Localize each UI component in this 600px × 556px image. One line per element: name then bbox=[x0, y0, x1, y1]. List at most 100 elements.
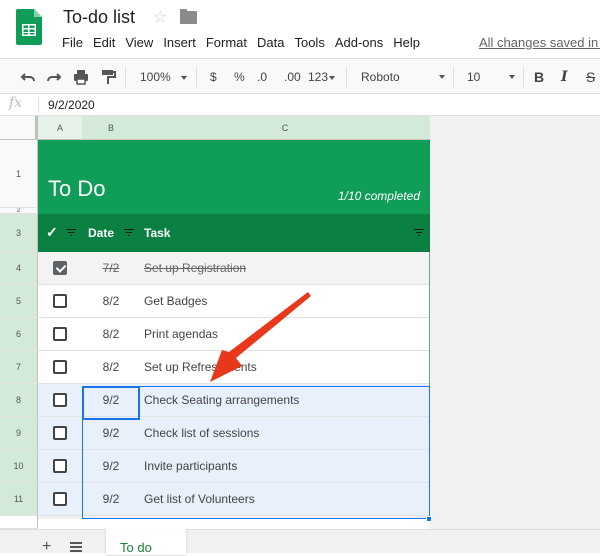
italic-button[interactable]: I bbox=[561, 59, 568, 95]
table-header-row: ✓ Date Task bbox=[38, 214, 430, 252]
zoom-value: 100% bbox=[140, 70, 171, 84]
task-name[interactable]: Check Seating arrangements bbox=[144, 393, 299, 407]
task-name[interactable]: Invite participants bbox=[144, 459, 237, 473]
check-column-header: ✓ bbox=[46, 224, 58, 240]
number-format-select[interactable]: 123 bbox=[308, 59, 336, 95]
task-date[interactable]: 8/2 bbox=[83, 327, 139, 341]
select-all-corner[interactable] bbox=[0, 116, 38, 140]
task-checkbox[interactable] bbox=[53, 426, 67, 440]
row-header-8[interactable]: 8 bbox=[0, 384, 38, 417]
sheet-tab-to-do[interactable]: To do bbox=[106, 529, 186, 555]
row-header-7[interactable]: 7 bbox=[0, 351, 38, 384]
task-date[interactable]: 9/2 bbox=[83, 459, 139, 473]
task-date[interactable]: 9/2 bbox=[83, 426, 139, 440]
menu-edit[interactable]: Edit bbox=[93, 35, 115, 50]
undo-icon[interactable] bbox=[20, 69, 36, 85]
zoom-select[interactable]: 100% bbox=[140, 59, 187, 95]
task-checkbox[interactable] bbox=[53, 459, 67, 473]
strikethrough-button[interactable]: S bbox=[586, 59, 595, 95]
decrease-decimal-button[interactable]: .0 bbox=[257, 59, 267, 95]
menu-view[interactable]: View bbox=[125, 35, 153, 50]
task-checkbox[interactable] bbox=[53, 492, 67, 506]
paint-format-icon[interactable] bbox=[100, 69, 116, 85]
task-row: 9/2 Get list of Volunteers bbox=[38, 483, 430, 516]
folder-icon[interactable] bbox=[180, 9, 197, 24]
menu-tools[interactable]: Tools bbox=[294, 35, 324, 50]
task-row: 9/2 Check list of sessions bbox=[38, 417, 430, 450]
task-name[interactable]: Set up Refreshments bbox=[144, 360, 257, 374]
column-header-c[interactable]: C bbox=[140, 116, 430, 140]
task-name[interactable]: Print agendas bbox=[144, 327, 218, 341]
document-title[interactable]: To-do list bbox=[63, 7, 135, 28]
number-format-value: 123 bbox=[308, 70, 329, 84]
row-header-5[interactable]: 5 bbox=[0, 285, 38, 318]
table-border bbox=[429, 252, 430, 519]
fx-icon: fx bbox=[9, 95, 23, 111]
add-sheet-button[interactable]: + bbox=[42, 538, 51, 556]
formula-divider bbox=[38, 97, 39, 113]
task-checkbox[interactable] bbox=[53, 360, 67, 374]
formula-input[interactable]: 9/2/2020 bbox=[48, 98, 95, 112]
task-checkbox[interactable] bbox=[53, 327, 67, 341]
font-size-value: 10 bbox=[467, 70, 481, 84]
filter-icon[interactable] bbox=[66, 229, 76, 237]
sheets-logo-icon[interactable] bbox=[16, 9, 42, 45]
toolbar-divider bbox=[453, 67, 454, 87]
chevron-down-icon bbox=[439, 75, 445, 79]
currency-format-button[interactable]: $ bbox=[210, 59, 217, 95]
menu-insert[interactable]: Insert bbox=[163, 35, 196, 50]
task-checkbox[interactable] bbox=[53, 294, 67, 308]
toolbar-divider bbox=[346, 67, 347, 87]
font-family-value: Roboto bbox=[361, 70, 400, 84]
column-header-a[interactable]: A bbox=[38, 116, 82, 140]
task-date[interactable]: 9/2 bbox=[83, 492, 139, 506]
font-size-select[interactable]: 10 bbox=[467, 59, 515, 95]
menu-data[interactable]: Data bbox=[257, 35, 284, 50]
row-header-10[interactable]: 10 bbox=[0, 450, 38, 483]
banner-title: To Do bbox=[48, 176, 106, 201]
row-header-1[interactable]: 1 bbox=[0, 140, 38, 208]
menu-help[interactable]: Help bbox=[393, 35, 420, 50]
task-date[interactable]: 9/2 bbox=[83, 393, 139, 407]
increase-decimal-button[interactable]: .00 bbox=[284, 59, 301, 95]
all-sheets-menu-icon[interactable] bbox=[70, 542, 82, 554]
row-header-11[interactable]: 11 bbox=[0, 483, 38, 516]
menu-bar: File Edit View Insert Format Data Tools … bbox=[62, 35, 430, 50]
menu-format[interactable]: Format bbox=[206, 35, 247, 50]
sheet-tab-bar: + To do bbox=[0, 529, 600, 556]
task-checkbox[interactable] bbox=[53, 261, 67, 275]
filter-icon[interactable] bbox=[124, 229, 134, 237]
task-date[interactable]: 8/2 bbox=[83, 294, 139, 308]
title-bar: To-do list ☆ File Edit View Insert Forma… bbox=[0, 0, 600, 58]
formula-bar: fx 9/2/2020 bbox=[0, 94, 600, 116]
task-name[interactable]: Get Badges bbox=[144, 294, 207, 308]
row-header-3[interactable]: 3 bbox=[0, 214, 38, 252]
font-family-select[interactable]: Roboto bbox=[361, 59, 445, 95]
menu-add-ons[interactable]: Add-ons bbox=[335, 35, 383, 50]
task-date[interactable]: 7/2 bbox=[83, 261, 139, 275]
task-date[interactable]: 8/2 bbox=[83, 360, 139, 374]
task-row: 7/2 Set up Registration bbox=[38, 252, 430, 285]
task-row: 9/2 Invite participants bbox=[38, 450, 430, 483]
column-header-b[interactable]: B bbox=[82, 116, 140, 140]
task-name[interactable]: Get list of Volunteers bbox=[144, 492, 255, 506]
menu-file[interactable]: File bbox=[62, 35, 83, 50]
task-name[interactable]: Set up Registration bbox=[144, 261, 246, 275]
chevron-down-icon bbox=[180, 75, 187, 80]
fill-handle[interactable] bbox=[426, 516, 432, 522]
filter-icon[interactable] bbox=[414, 229, 424, 237]
print-icon[interactable] bbox=[73, 69, 89, 85]
todo-banner[interactable]: To Do 1/10 completed bbox=[38, 140, 430, 214]
bold-button[interactable]: B bbox=[534, 59, 544, 95]
row-header-4[interactable]: 4 bbox=[0, 252, 38, 285]
toolbar: 100% $ % .0 .00 123 Roboto 10 B I S bbox=[0, 58, 600, 94]
percent-format-button[interactable]: % bbox=[234, 59, 245, 95]
task-checkbox[interactable] bbox=[53, 393, 67, 407]
row-header-6[interactable]: 6 bbox=[0, 318, 38, 351]
star-icon[interactable]: ☆ bbox=[153, 7, 167, 27]
task-name[interactable]: Check list of sessions bbox=[144, 426, 259, 440]
toolbar-divider bbox=[523, 67, 524, 87]
redo-icon[interactable] bbox=[46, 69, 62, 85]
row-header-9[interactable]: 9 bbox=[0, 417, 38, 450]
save-status-link[interactable]: All changes saved in Drive bbox=[479, 35, 600, 50]
